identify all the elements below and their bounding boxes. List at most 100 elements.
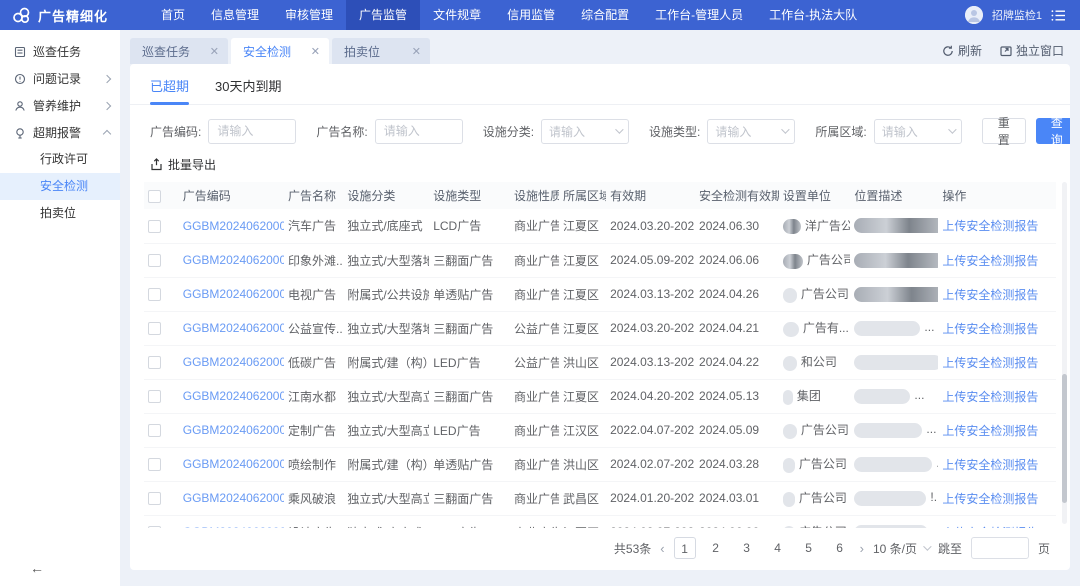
ad-code-link[interactable]: GGBM202406200004 (183, 491, 284, 505)
upload-report-link[interactable]: 上传安全检测报告 (942, 424, 1038, 438)
overdue-alarm-icon (14, 127, 26, 139)
facility-type: 三翻面广告 (429, 243, 510, 277)
upload-report-link[interactable]: 上传安全检测报告 (942, 492, 1038, 506)
ad-name: 印象外滩... (284, 243, 343, 277)
inspection-expire-date: 2024.06.06 (695, 515, 779, 528)
subtab-overdue[interactable]: 已超期 (150, 76, 189, 104)
subtab-due-in-30-days[interactable]: 30天内到期 (215, 76, 281, 104)
prev-page-button[interactable]: ‹ (660, 541, 664, 556)
chevron-down-icon (615, 125, 623, 133)
jump-page-input[interactable] (971, 537, 1029, 559)
upload-report-link[interactable]: 上传安全检测报告 (942, 322, 1038, 336)
tab-safety-inspection[interactable]: 安全检测 ✕ (231, 38, 329, 64)
close-icon[interactable]: ✕ (210, 45, 219, 58)
upload-report-link[interactable]: 上传安全检测报告 (942, 254, 1038, 268)
close-icon[interactable]: ✕ (311, 45, 320, 58)
sidebar-subitem-admin-license[interactable]: 行政许可 (0, 146, 120, 173)
ad-code-link[interactable]: GGBM202406200008 (183, 389, 284, 403)
sidebar-item-issue-records[interactable]: 问题记录 (0, 65, 120, 92)
row-checkbox[interactable] (148, 458, 161, 471)
ad-code-link[interactable]: GGBM202406200006 (183, 457, 284, 471)
facility-category-select[interactable]: 请输入 (541, 119, 629, 144)
page-button-4[interactable]: 4 (767, 537, 789, 559)
upload-report-link[interactable]: 上传安全检测报告 (942, 390, 1038, 404)
batch-export-button[interactable]: 批量导出 (150, 156, 216, 173)
row-checkbox[interactable] (148, 254, 161, 267)
select-all-checkbox[interactable] (148, 190, 161, 203)
row-checkbox[interactable] (148, 220, 161, 233)
row-checkbox[interactable] (148, 322, 161, 335)
location-desc: . (850, 345, 938, 379)
vertical-scrollbar[interactable] (1062, 182, 1067, 524)
sidebar-item-overdue-alarm[interactable]: 超期报警 (0, 119, 120, 146)
tab-auction-slot[interactable]: 拍卖位 ✕ (332, 38, 430, 64)
sidebar-item-patrol-tasks[interactable]: 巡查任务 (0, 38, 120, 65)
nav-item-config[interactable]: 综合配置 (568, 0, 642, 30)
row-checkbox[interactable] (148, 424, 161, 437)
nav-item-files[interactable]: 文件规章 (420, 0, 494, 30)
facility-type-select[interactable]: 请输入 (707, 119, 795, 144)
independent-window-button[interactable]: 独立窗口 (1000, 42, 1064, 59)
ad-code-link[interactable]: GGBM202406200016 (183, 219, 284, 233)
upload-report-link[interactable]: 上传安全检测报告 (942, 288, 1038, 302)
sidebar: 巡查任务 问题记录 管养维护 超期报警 行政许可 安全检测 拍卖位 (0, 30, 120, 586)
facility-nature: 商业广告 (510, 413, 559, 447)
row-checkbox[interactable] (148, 492, 161, 505)
district-select[interactable]: 请输入 (874, 119, 962, 144)
nav-item-ad-supervision[interactable]: 广告监管 (346, 0, 420, 30)
reset-button[interactable]: 重置 (982, 118, 1026, 144)
ad-name: 汽车广告 (284, 209, 343, 243)
ad-code-link[interactable]: GGBM202406200012 (183, 321, 284, 335)
page-button-2[interactable]: 2 (705, 537, 727, 559)
upload-report-link[interactable]: 上传安全检测报告 (942, 458, 1038, 472)
scrollbar-thumb[interactable] (1062, 374, 1067, 504)
validity-period: 2024.03.13-202... (606, 277, 695, 311)
refresh-button[interactable]: 刷新 (942, 42, 982, 59)
ad-code-link[interactable]: GGBM202406200009 (183, 355, 284, 369)
tab-patrol-tasks[interactable]: 巡查任务 ✕ (130, 38, 228, 64)
user-avatar[interactable] (965, 6, 983, 24)
close-icon[interactable]: ✕ (412, 45, 421, 58)
col-header: 广告名称 (284, 182, 343, 209)
menu-list-icon[interactable] (1051, 9, 1066, 22)
nav-item-audit[interactable]: 审核管理 (272, 0, 346, 30)
nav-item-workbench-enforce[interactable]: 工作台-执法大队 (756, 0, 870, 30)
sidebar-item-maintenance[interactable]: 管养维护 (0, 92, 120, 119)
row-checkbox[interactable] (148, 390, 161, 403)
row-checkbox[interactable] (148, 288, 161, 301)
district: 江夏区 (559, 379, 606, 413)
redacted-text (783, 424, 797, 439)
nav-item-info[interactable]: 信息管理 (198, 0, 272, 30)
setup-unit: 洋广告公司 (779, 209, 851, 243)
ad-code-link[interactable]: GGBM202406200007 (183, 423, 284, 437)
upload-report-link[interactable]: 上传安全检测报告 (942, 356, 1038, 370)
page-button-5[interactable]: 5 (798, 537, 820, 559)
inspection-expire-date: 2024.06.30 (695, 209, 779, 243)
username[interactable]: 招牌监检1 (992, 7, 1042, 23)
row-checkbox[interactable] (148, 356, 161, 369)
upload-report-link[interactable]: 上传安全检测报告 (942, 219, 1038, 233)
facility-nature: 商业广告 (510, 243, 559, 277)
facility-type: LCD广告 (429, 209, 510, 243)
nav-item-home[interactable]: 首页 (148, 0, 198, 30)
redacted-text (854, 355, 938, 370)
ad-name-input[interactable] (375, 119, 463, 144)
page-size-select[interactable]: 10 条/页 (873, 540, 929, 557)
ad-code-link[interactable]: GGBM202406200015 (183, 253, 284, 267)
next-page-button[interactable]: › (860, 541, 864, 556)
sidebar-subitem-safety-inspection[interactable]: 安全检测 (0, 173, 120, 200)
page-button-3[interactable]: 3 (736, 537, 758, 559)
sidebar-item-label: 超期报警 (33, 124, 81, 141)
page-button-1[interactable]: 1 (674, 537, 696, 559)
sidebar-subitem-auction-slot[interactable]: 拍卖位 (0, 200, 120, 227)
independent-window-label: 独立窗口 (1016, 42, 1064, 59)
search-button[interactable]: 查询 (1036, 118, 1070, 144)
ad-code-input[interactable] (208, 119, 296, 144)
facility-type: 三翻面广告 (429, 379, 510, 413)
page-button-6[interactable]: 6 (829, 537, 851, 559)
back-arrow[interactable]: ← (30, 560, 44, 576)
facility-category: 附属式/建（构）... (343, 447, 429, 481)
nav-item-workbench-admin[interactable]: 工作台-管理人员 (642, 0, 756, 30)
nav-item-credit[interactable]: 信用监管 (494, 0, 568, 30)
ad-code-link[interactable]: GGBM202406200013 (183, 287, 284, 301)
